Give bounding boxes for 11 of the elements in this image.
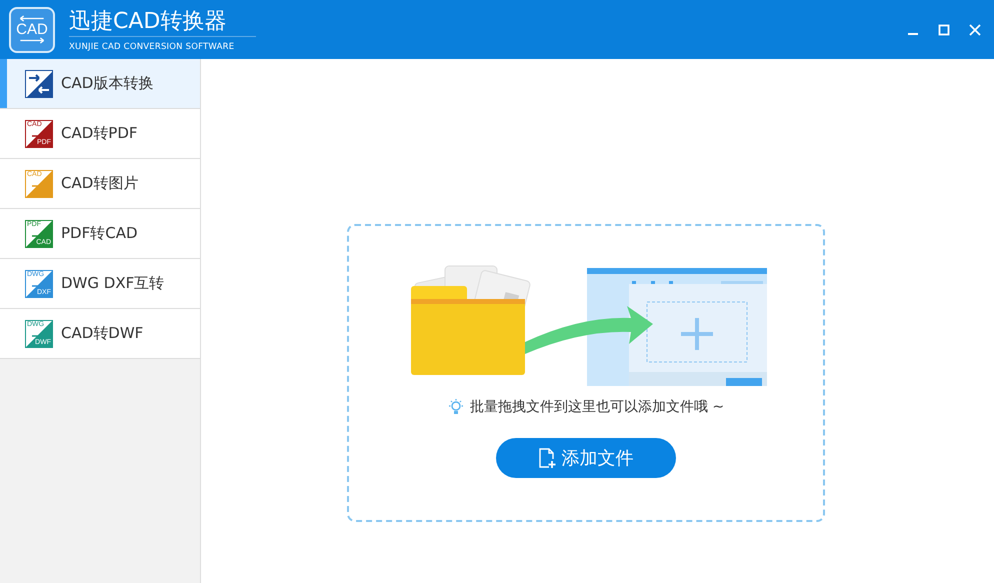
sidebar-item[interactable]: CAD版本转换	[0, 59, 200, 109]
app-logo: CAD	[9, 6, 55, 52]
window-title: 迅捷CAD转换器	[69, 8, 256, 36]
drop-hint: 批量拖拽文件到这里也可以添加文件哦 ~	[470, 398, 724, 416]
lightbulb-icon	[446, 398, 465, 416]
add-file-icon	[538, 447, 556, 469]
drop-zone[interactable]: 批量拖拽文件到这里也可以添加文件哦 ~ 添加文件	[346, 224, 824, 522]
add-file-button[interactable]: 添加文件	[496, 438, 676, 478]
window-subtitle: XUNJIE CAD CONVERSION SOFTWARE	[69, 42, 236, 52]
close-icon[interactable]	[969, 24, 981, 36]
maximize-icon[interactable]	[938, 24, 950, 36]
